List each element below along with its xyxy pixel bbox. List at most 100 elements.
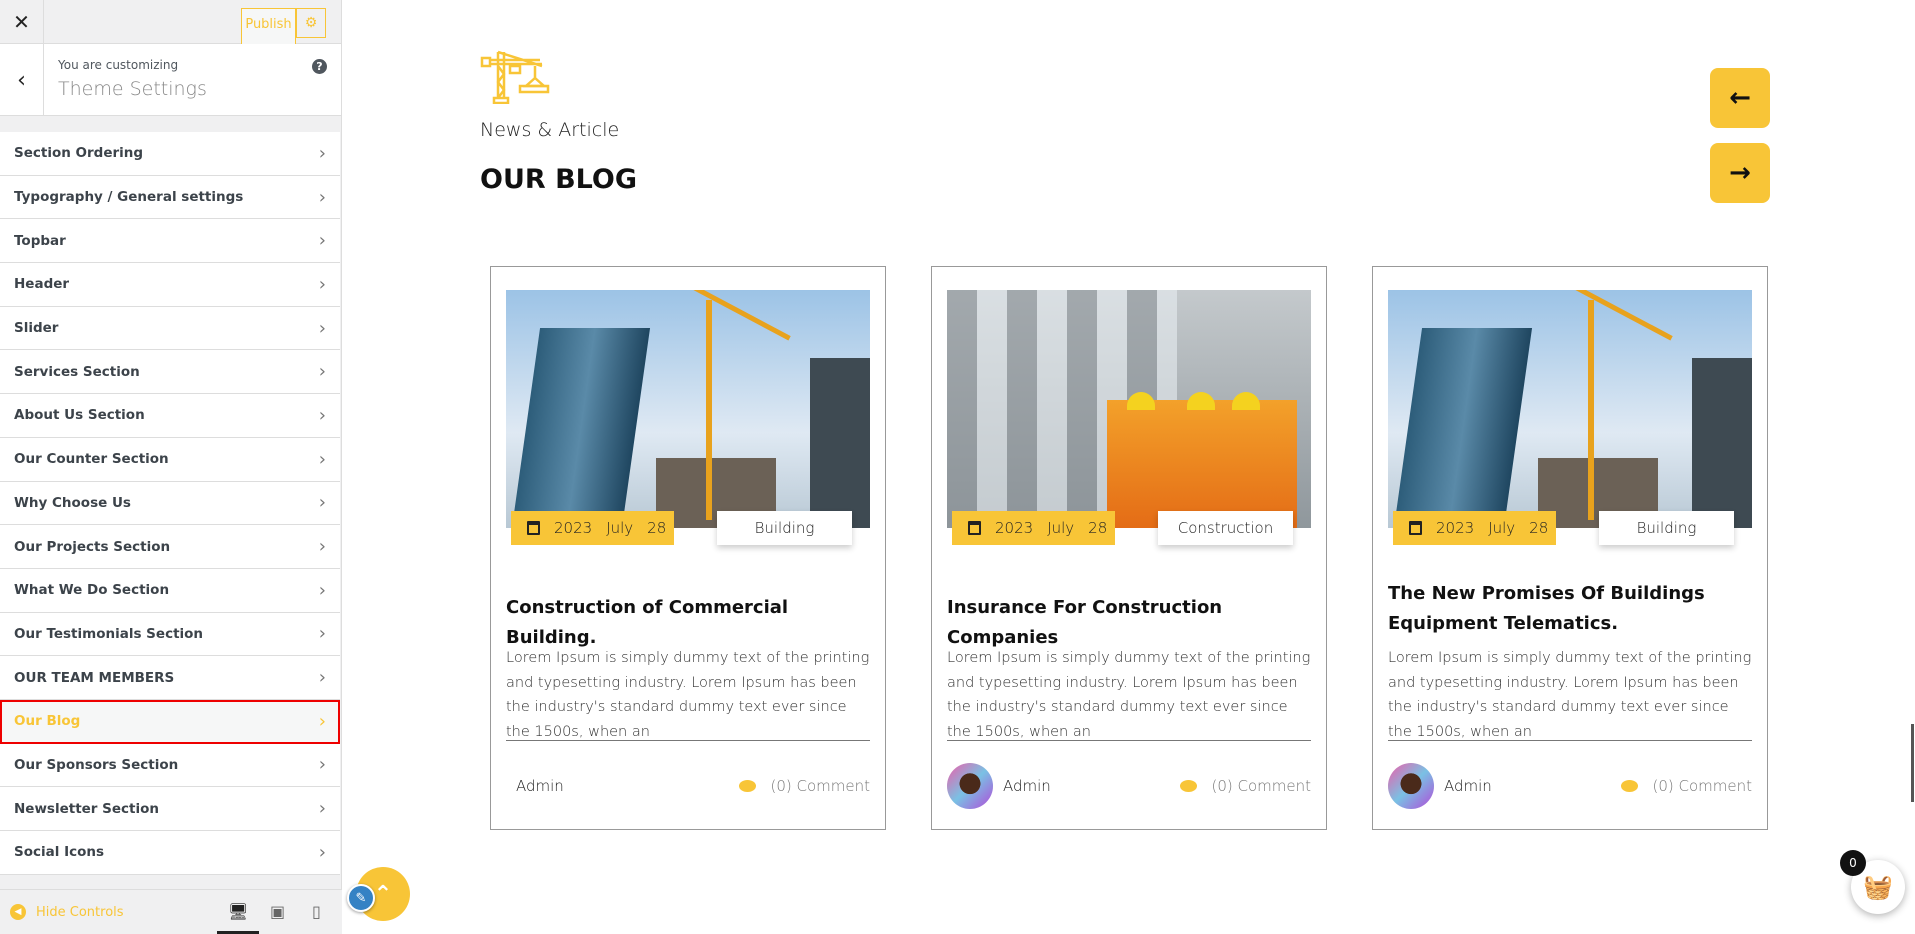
chevron-right-icon: ›	[318, 361, 326, 383]
mobile-icon[interactable]: ▯	[312, 902, 321, 921]
post-author[interactable]: Admin	[506, 763, 564, 809]
sidebar-item-label: Why Choose Us	[14, 494, 131, 511]
avatar	[947, 763, 993, 809]
post-title[interactable]: The New Promises Of Buildings Equipment …	[1388, 579, 1707, 639]
comment-icon	[739, 780, 757, 792]
chevron-right-icon: ›	[318, 273, 326, 295]
sidebar-item-about-us-section[interactable]: About Us Section ›	[0, 394, 340, 438]
blog-image[interactable]	[506, 290, 870, 528]
sidebar-item-label: Our Sponsors Section	[14, 756, 179, 773]
chevron-right-icon: ›	[318, 404, 326, 426]
sidebar-item-label: Our Testimonials Section	[14, 625, 204, 642]
chevron-right-icon: ›	[318, 230, 326, 252]
sidebar-item-slider[interactable]: Slider ›	[0, 306, 340, 351]
blog-card: 2023 July 28 Building Construction of Comm…	[490, 266, 886, 830]
author-name: Admin	[516, 777, 564, 795]
post-comments[interactable]: (0) Comment	[1621, 763, 1752, 809]
post-comments[interactable]: (0) Comment	[739, 763, 870, 809]
customizing-header: ‹ You are customizing Theme Settings ?	[0, 44, 341, 116]
sidebar-item-label: Our Counter Section	[14, 451, 169, 468]
chevron-right-icon: ›	[318, 142, 326, 164]
sidebar-item-label: Slider	[14, 320, 59, 337]
sidebar-item-label: What We Do Section	[14, 582, 170, 599]
divider	[506, 740, 870, 741]
sidebar-item-label: Our Projects Section	[14, 538, 171, 555]
sidebar-item-label: Typography / General settings	[14, 189, 244, 206]
post-category[interactable]: Building	[717, 511, 852, 545]
chevron-right-icon: ›	[318, 623, 326, 645]
sidebar-item-services-section[interactable]: Services Section ›	[0, 350, 340, 395]
post-excerpt: Lorem Ipsum is simply dummy text of the …	[506, 650, 870, 740]
comment-icon	[1621, 780, 1639, 792]
prev-arrow-button[interactable]: ←	[1710, 68, 1770, 128]
calendar-icon	[968, 521, 981, 535]
chevron-right-icon: ›	[318, 798, 326, 820]
sidebar-item-our-counter-section[interactable]: Our Counter Section ›	[0, 437, 340, 482]
post-comments[interactable]: (0) Comment	[1180, 763, 1311, 809]
help-icon[interactable]: ?	[312, 59, 327, 74]
comment-icon	[1180, 780, 1198, 792]
desktop-icon[interactable]: 🖥	[228, 902, 248, 921]
sidebar-item-typography-general-settings[interactable]: Typography / General settings ›	[0, 175, 340, 220]
gear-icon[interactable]: ⚙	[296, 8, 326, 38]
post-month: July	[1047, 519, 1075, 537]
sidebar-item-our-team-members[interactable]: OUR TEAM MEMBERS ›	[0, 656, 340, 700]
sidebar-item-our-blog[interactable]: Our Blog ›	[0, 699, 340, 744]
post-month: July	[1488, 519, 1516, 537]
sidebar-item-newsletter-section[interactable]: Newsletter Section ›	[0, 787, 340, 831]
sidebar-item-why-choose-us[interactable]: Why Choose Us ›	[0, 481, 340, 526]
edit-pencil-icon[interactable]: ✎	[347, 884, 375, 912]
sidebar-item-our-projects-section[interactable]: Our Projects Section ›	[0, 525, 340, 569]
comment-count: (0) Comment	[1211, 777, 1311, 795]
post-category[interactable]: Construction	[1158, 511, 1293, 545]
chevron-right-icon: ›	[318, 667, 326, 689]
post-author[interactable]: Admin	[947, 763, 1051, 809]
blog-image[interactable]	[947, 290, 1311, 528]
close-icon[interactable]: ✕	[0, 0, 44, 44]
sidebar-item-label: Our Blog	[14, 713, 81, 730]
sidebar-item-what-we-do-section[interactable]: What We Do Section ›	[0, 568, 340, 613]
avatar	[1388, 763, 1434, 809]
sidebar-item-label: Services Section	[14, 363, 140, 380]
sidebar-item-topbar[interactable]: Topbar ›	[0, 219, 340, 264]
comment-count: (0) Comment	[770, 777, 870, 795]
post-day: 28	[647, 519, 667, 537]
customizer-footer: ◀ Hide Controls 🖥 ▣ ▯	[0, 889, 342, 934]
publish-button[interactable]: Publish	[241, 8, 296, 47]
next-arrow-button[interactable]: →	[1710, 143, 1770, 203]
scrollbar[interactable]	[1911, 724, 1914, 802]
sidebar-item-our-sponsors-section[interactable]: Our Sponsors Section ›	[0, 743, 340, 788]
sidebar-item-label: Newsletter Section	[14, 800, 160, 817]
post-title[interactable]: Construction of Commercial Building.	[506, 593, 870, 653]
post-excerpt: Lorem Ipsum is simply dummy text of the …	[947, 650, 1311, 740]
divider	[1388, 740, 1752, 741]
sidebar-item-our-testimonials-section[interactable]: Our Testimonials Section ›	[0, 612, 340, 657]
blog-card: 2023 July 28 Construction Insurance For Co…	[931, 266, 1327, 830]
post-day: 28	[1529, 519, 1549, 537]
hide-controls-button[interactable]: ◀ Hide Controls	[10, 904, 124, 920]
calendar-icon	[527, 521, 540, 535]
section-heading: OUR BLOG	[480, 164, 638, 195]
hide-controls-label: Hide Controls	[36, 904, 124, 920]
chevron-right-icon: ›	[318, 841, 326, 863]
post-title[interactable]: Insurance For Construction Companies	[947, 593, 1311, 653]
customizer-topbar: ✕ Publish ⚙	[0, 0, 341, 47]
chevron-right-icon: ›	[318, 448, 326, 470]
chevron-right-icon: ›	[318, 710, 326, 732]
post-date-badge: 2023 July 28	[511, 511, 674, 545]
author-name: Admin	[1444, 777, 1492, 795]
blog-image[interactable]	[1388, 290, 1752, 528]
author-name: Admin	[1003, 777, 1051, 795]
post-category[interactable]: Building	[1599, 511, 1734, 545]
post-author[interactable]: Admin	[1388, 763, 1492, 809]
sidebar-item-header[interactable]: Header ›	[0, 263, 340, 307]
post-month: July	[606, 519, 634, 537]
tablet-icon[interactable]: ▣	[270, 902, 285, 921]
sidebar-item-label: Social Icons	[14, 844, 105, 861]
sidebar-item-label: Section Ordering	[14, 145, 144, 162]
post-year: 2023	[554, 519, 593, 537]
comment-count: (0) Comment	[1652, 777, 1752, 795]
sidebar-item-section-ordering[interactable]: Section Ordering ›	[0, 132, 340, 176]
sidebar-item-social-icons[interactable]: Social Icons ›	[0, 831, 340, 875]
back-chevron-icon[interactable]: ‹	[0, 44, 44, 116]
